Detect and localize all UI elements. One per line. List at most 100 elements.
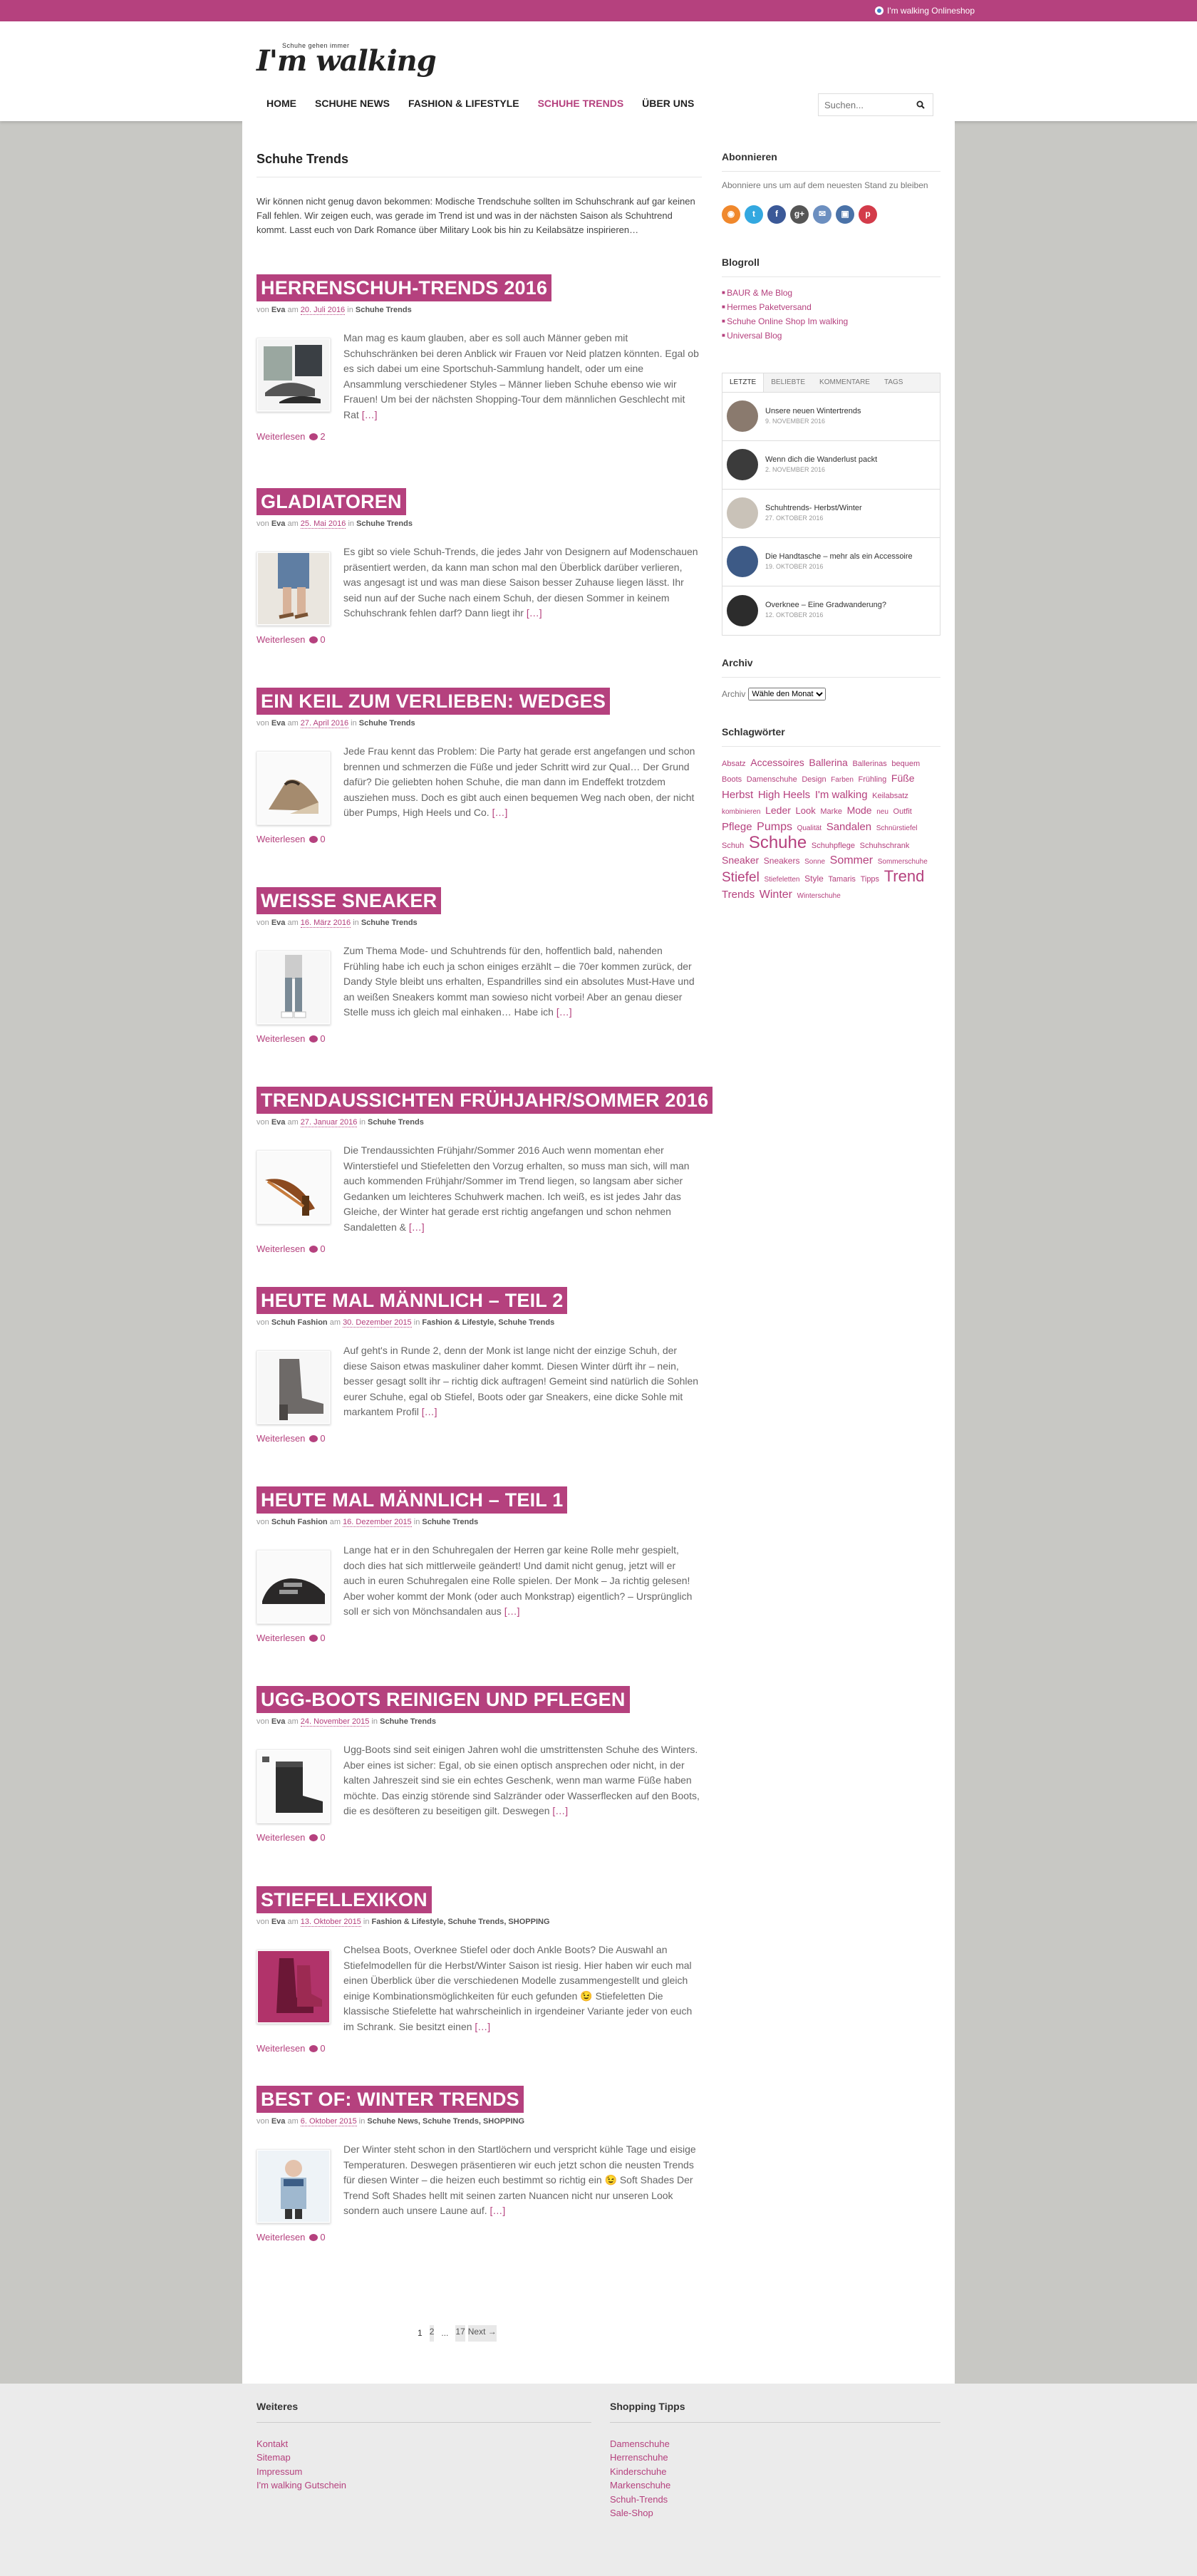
tag-link[interactable]: Schuhschrank	[860, 842, 910, 850]
blogroll-link[interactable]: Hermes Paketversand	[727, 302, 812, 312]
read-more-link[interactable]: Weiterlesen	[256, 1032, 305, 1046]
tag-link[interactable]: Keilabsatz	[872, 792, 908, 800]
recent-post-thumbnail[interactable]	[727, 546, 758, 577]
recent-post-title[interactable]: Unsere neuen Wintertrends	[765, 406, 861, 417]
read-more-link[interactable]: Weiterlesen	[256, 633, 305, 647]
recent-post-item[interactable]: Schuhtrends- Herbst/Winter 27. OKTOBER 20…	[722, 490, 940, 538]
post-title[interactable]: HEUTE MAL MÄNNLICH – TEIL 1	[256, 1486, 568, 1514]
tag-link[interactable]: Füße	[891, 772, 915, 784]
nav-item-3[interactable]: SCHUHE TRENDS	[529, 93, 633, 114]
post-author[interactable]: Eva	[271, 1717, 286, 1726]
comment-count-link[interactable]: 0	[309, 1831, 326, 1845]
footer-link[interactable]: Impressum	[256, 2466, 302, 2477]
tag-link[interactable]: Herbst	[722, 789, 753, 801]
comment-count-link[interactable]: 0	[309, 2042, 326, 2056]
post-categories[interactable]: Schuhe Trends	[422, 1518, 478, 1526]
tag-link[interactable]: Style	[804, 874, 824, 884]
tag-link[interactable]: Stiefeletten	[764, 876, 799, 884]
comment-count-link[interactable]: 0	[309, 1432, 326, 1446]
tag-link[interactable]: Winter	[760, 889, 792, 901]
post-title[interactable]: UGG-BOOTS REINIGEN UND PFLEGEN	[256, 1686, 630, 1713]
tab-1[interactable]: BELIEBTE	[764, 373, 812, 392]
comment-count-link[interactable]: 0	[309, 1242, 326, 1256]
tag-link[interactable]: Sommer	[830, 854, 873, 867]
read-more-link[interactable]: Weiterlesen	[256, 2042, 305, 2056]
footer-link[interactable]: Sale-Shop	[610, 2508, 653, 2518]
tag-link[interactable]: Farben	[831, 776, 854, 784]
tag-link[interactable]: Mode	[847, 805, 872, 816]
post-author[interactable]: Eva	[271, 2117, 286, 2126]
recent-post-item[interactable]: Overknee – Eine Gradwanderung? 12. OKTOBE…	[722, 586, 940, 635]
post-title[interactable]: TRENDAUSSICHTEN FRÜHJAHR/SOMMER 2016	[256, 1087, 713, 1114]
comment-count-link[interactable]: 2	[309, 430, 326, 444]
excerpt-more-link[interactable]: […]	[556, 1006, 572, 1018]
post-title[interactable]: WEISSE SNEAKER	[256, 887, 442, 914]
search-input[interactable]	[819, 94, 910, 115]
tag-link[interactable]: Pumps	[757, 821, 792, 833]
tab-0[interactable]: LETZTE	[722, 373, 765, 392]
tag-link[interactable]: Absatz	[722, 760, 746, 768]
excerpt-more-link[interactable]: […]	[552, 1805, 568, 1816]
recent-post-thumbnail[interactable]	[727, 594, 758, 626]
post-thumbnail[interactable]	[256, 2149, 331, 2224]
tag-link[interactable]: Tipps	[861, 875, 880, 884]
read-more-link[interactable]: Weiterlesen	[256, 1432, 305, 1446]
onlineshop-link[interactable]: I'm walking Onlineshop	[874, 4, 975, 18]
blogroll-link[interactable]: BAUR & Me Blog	[727, 288, 792, 298]
tag-link[interactable]: Schuh	[722, 842, 744, 850]
tag-link[interactable]: neu	[876, 808, 888, 816]
post-title[interactable]: HERRENSCHUH-TRENDS 2016	[256, 274, 552, 301]
pinterest-icon[interactable]: p	[859, 205, 877, 224]
post-author[interactable]: Schuh Fashion	[271, 1318, 328, 1327]
footer-link[interactable]: Sitemap	[256, 2452, 291, 2463]
site-logo[interactable]: Schuhe gehen immer I'm walking	[256, 42, 437, 76]
post-thumbnail[interactable]	[256, 1150, 331, 1225]
post-thumbnail[interactable]	[256, 951, 331, 1025]
post-thumbnail[interactable]	[256, 1950, 331, 2024]
facebook-icon[interactable]: f	[767, 205, 786, 224]
rss-icon[interactable]: ◉	[722, 205, 740, 224]
recent-post-title[interactable]: Die Handtasche – mehr als ein Accessoire	[765, 552, 913, 562]
post-categories[interactable]: Schuhe Trends	[380, 1717, 436, 1726]
tag-link[interactable]: Qualität	[797, 824, 822, 832]
post-categories[interactable]: Schuhe Trends	[368, 1118, 424, 1127]
googleplus-icon[interactable]: g+	[790, 205, 809, 224]
comment-count-link[interactable]: 0	[309, 832, 326, 847]
tag-link[interactable]: Schuhpflege	[812, 842, 855, 850]
excerpt-more-link[interactable]: […]	[409, 1221, 425, 1233]
page-last-link[interactable]: 17	[455, 2325, 465, 2342]
tag-link[interactable]: Schnürstiefel	[876, 824, 918, 832]
post-thumbnail[interactable]	[256, 1550, 331, 1625]
instagram-icon[interactable]: ▣	[836, 205, 854, 224]
post-thumbnail[interactable]	[256, 338, 331, 413]
post-categories[interactable]: Schuhe Trends	[356, 519, 413, 528]
read-more-link[interactable]: Weiterlesen	[256, 2230, 305, 2245]
post-categories[interactable]: Fashion & Lifestyle, Schuhe Trends	[422, 1318, 554, 1327]
search-icon[interactable]	[910, 94, 931, 115]
post-title[interactable]: STIEFELLEXIKON	[256, 1886, 432, 1913]
recent-post-thumbnail[interactable]	[727, 400, 758, 432]
post-author[interactable]: Eva	[271, 719, 286, 728]
tag-link[interactable]: Look	[796, 805, 816, 816]
post-author[interactable]: Schuh Fashion	[271, 1518, 328, 1526]
post-author[interactable]: Eva	[271, 919, 286, 927]
post-title[interactable]: GLADIATOREN	[256, 488, 406, 515]
blogroll-link[interactable]: Schuhe Online Shop Im walking	[727, 316, 848, 326]
tag-link[interactable]: I'm walking	[815, 789, 868, 801]
tag-link[interactable]: Schuhe	[749, 833, 807, 852]
tag-link[interactable]: Tamaris	[828, 875, 856, 884]
tag-link[interactable]: Outfit	[893, 807, 912, 816]
nav-item-4[interactable]: ÜBER UNS	[633, 93, 703, 114]
post-author[interactable]: Eva	[271, 1118, 286, 1127]
recent-post-title[interactable]: Wenn dich die Wanderlust packt	[765, 455, 877, 465]
tag-link[interactable]: Frühling	[859, 775, 887, 784]
post-thumbnail[interactable]	[256, 751, 331, 826]
tag-link[interactable]: Ballerina	[809, 757, 847, 768]
footer-link[interactable]: I'm walking Gutschein	[256, 2480, 346, 2490]
post-thumbnail[interactable]	[256, 552, 331, 626]
footer-link[interactable]: Kinderschuhe	[610, 2466, 667, 2477]
recent-post-item[interactable]: Wenn dich die Wanderlust packt 2. NOVEMBE…	[722, 441, 940, 490]
excerpt-more-link[interactable]: […]	[504, 1605, 520, 1617]
comment-count-link[interactable]: 0	[309, 2230, 326, 2245]
tag-link[interactable]: Trends	[722, 889, 755, 901]
